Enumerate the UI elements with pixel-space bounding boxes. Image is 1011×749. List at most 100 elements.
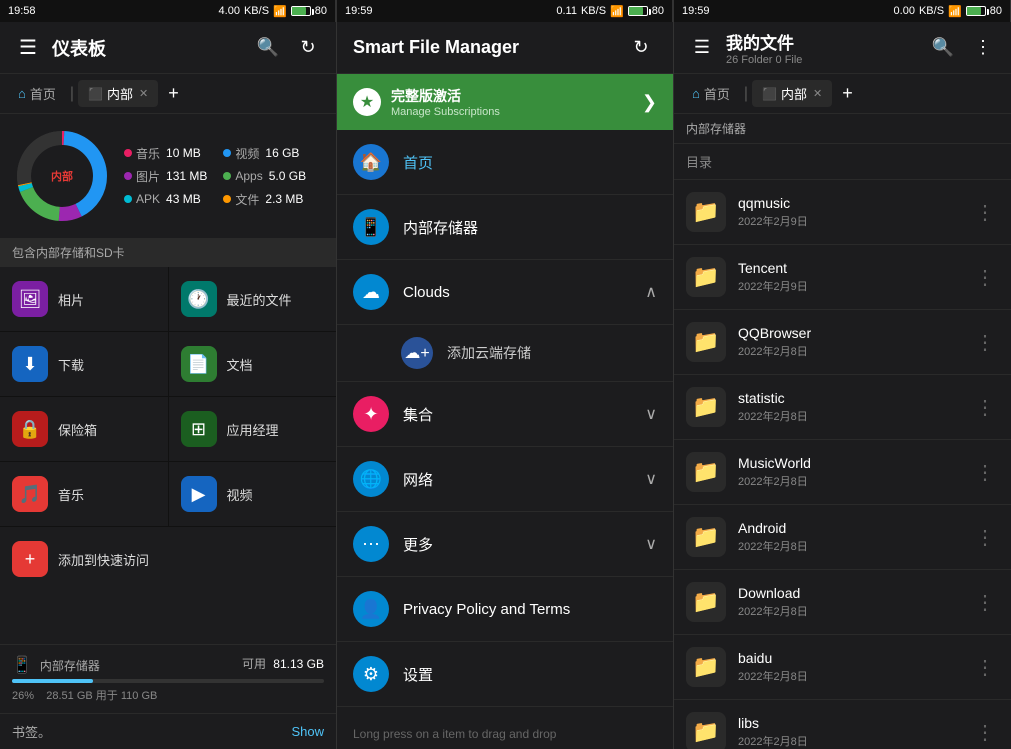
file-item-libs[interactable]: 📁 libs 2022年2月8日 ⋮ <box>674 700 1011 749</box>
file-item-qqmusic[interactable]: 📁 qqmusic 2022年2月9日 ⋮ <box>674 180 1011 245</box>
file-item-download[interactable]: 📁 Download 2022年2月8日 ⋮ <box>674 570 1011 635</box>
menu-list: 🏠 首页 📱 内部存储器 ☁ Clouds ∧ ☁+ 添加云端存储 ✦ <box>337 130 673 719</box>
bookmark-label: 书签。 <box>12 722 51 741</box>
file-date-tencent: 2022年2月9日 <box>738 278 959 294</box>
file-info-baidu: baidu 2022年2月8日 <box>738 650 959 684</box>
file-more-libs[interactable]: ⋮ <box>971 716 999 749</box>
storage-progress-bar <box>12 679 324 683</box>
folder-icon-baidu: 📁 <box>686 647 726 687</box>
promo-banner[interactable]: ★ 完整版激活 Manage Subscriptions ❯ <box>337 74 673 130</box>
file-item-android[interactable]: 📁 Android 2022年2月8日 ⋮ <box>674 505 1011 570</box>
menu-item-privacy[interactable]: 👤 Privacy Policy and Terms <box>337 577 673 642</box>
menu-item-settings[interactable]: ⚙ 设置 <box>337 642 673 707</box>
menu-item-internal[interactable]: 📱 内部存储器 <box>337 195 673 260</box>
tab-close-1[interactable]: ✕ <box>139 87 148 100</box>
signal-icon-1: 📶 <box>273 5 287 18</box>
file-more-tencent[interactable]: ⋮ <box>971 261 999 294</box>
file-item-musicworld[interactable]: 📁 MusicWorld 2022年2月8日 ⋮ <box>674 440 1011 505</box>
file-more-musicworld[interactable]: ⋮ <box>971 456 999 489</box>
menu-item-network[interactable]: 🌐 网络 ∨ <box>337 447 673 512</box>
bookmark-bar: 书签。 Show <box>0 713 336 749</box>
quick-recent[interactable]: 🕐 最近的文件 <box>169 267 337 331</box>
menu-button-3[interactable]: ☰ <box>686 32 718 64</box>
breadcrumb: 内部存储器 <box>674 114 1011 144</box>
menu-item-more[interactable]: ⋯ 更多 ∨ <box>337 512 673 577</box>
wifi-icon-1: KB/S <box>244 5 269 17</box>
quick-docs[interactable]: 📄 文档 <box>169 332 337 396</box>
tab-home-1[interactable]: ⌂ 首页 <box>8 80 66 107</box>
menu-item-home[interactable]: 🏠 首页 <box>337 130 673 195</box>
wifi-icon-3: 📶 <box>948 5 962 18</box>
tab-close-3[interactable]: ✕ <box>813 87 822 100</box>
tab-internal-1[interactable]: ⬛ 内部 ✕ <box>78 80 158 107</box>
promo-icon: ★ <box>353 88 381 116</box>
quick-music-label: 音乐 <box>58 485 84 504</box>
submenu-add-cloud-label: 添加云端存储 <box>447 343 531 363</box>
file-date-qqmusic: 2022年2月9日 <box>738 213 959 229</box>
app-title: Smart File Manager <box>353 37 625 58</box>
file-more-download[interactable]: ⋮ <box>971 586 999 619</box>
legend-video: 视频 16 GB <box>223 145 306 162</box>
submenu-add-cloud[interactable]: ☁+ 添加云端存储 <box>337 325 673 382</box>
more-button-3[interactable]: ⋮ <box>967 32 999 64</box>
bookmark-show-button[interactable]: Show <box>291 724 324 739</box>
file-more-qqbrowser[interactable]: ⋮ <box>971 326 999 359</box>
tab-internal-3[interactable]: ⬛ 内部 ✕ <box>752 80 832 107</box>
download-icon: ⬇ <box>12 346 48 382</box>
promo-text: 完整版激活 Manage Subscriptions <box>391 86 632 118</box>
search-button-1[interactable]: 🔍 <box>252 32 284 64</box>
video-icon: ▶ <box>181 476 217 512</box>
clouds-chevron-icon: ∧ <box>645 282 657 302</box>
tab-home-3[interactable]: ⌂ 首页 <box>682 80 740 107</box>
quick-photos[interactable]: 🖼 相片 <box>0 267 168 331</box>
file-item-baidu[interactable]: 📁 baidu 2022年2月8日 ⋮ <box>674 635 1011 700</box>
legend-value-video: 16 GB <box>265 146 299 160</box>
music-icon: 🎵 <box>12 476 48 512</box>
battery-icon-3 <box>966 6 986 16</box>
folder-icon-android: 📁 <box>686 517 726 557</box>
network-unit-3: KB/S <box>919 5 944 17</box>
donut-label: 内部 <box>51 168 73 184</box>
menu-button-1[interactable]: ☰ <box>12 32 44 64</box>
file-more-statistic[interactable]: ⋮ <box>971 391 999 424</box>
menu-item-support[interactable]: 💬 Support Development <box>337 707 673 719</box>
status-bar-1: 19:58 4.00 KB/S 📶 80 <box>0 0 336 22</box>
folder-icon-libs: 📁 <box>686 712 726 749</box>
menu-item-clouds[interactable]: ☁ Clouds ∧ <box>337 260 673 325</box>
refresh-button-1[interactable]: ↻ <box>292 32 324 64</box>
tab-add-1[interactable]: + <box>162 83 185 104</box>
file-info-qqbrowser: QQBrowser 2022年2月8日 <box>738 325 959 359</box>
quick-video[interactable]: ▶ 视频 <box>169 462 337 526</box>
quick-download[interactable]: ⬇ 下载 <box>0 332 168 396</box>
tab-add-3[interactable]: + <box>836 83 859 104</box>
file-more-baidu[interactable]: ⋮ <box>971 651 999 684</box>
toolbar-title-1: 仪表板 <box>52 35 244 61</box>
status-icons-3: 0.00 KB/S 📶 80 <box>894 5 1002 18</box>
legend-label-photos: 图片 <box>136 168 160 185</box>
menu-item-collection[interactable]: ✦ 集合 ∨ <box>337 382 673 447</box>
file-item-statistic[interactable]: 📁 statistic 2022年2月8日 ⋮ <box>674 375 1011 440</box>
storage-used: 28.51 GB 用于 110 GB <box>46 690 157 702</box>
search-button-3[interactable]: 🔍 <box>927 32 959 64</box>
quick-music[interactable]: 🎵 音乐 <box>0 462 168 526</box>
file-more-qqmusic[interactable]: ⋮ <box>971 196 999 229</box>
file-info-android: Android 2022年2月8日 <box>738 520 959 554</box>
refresh-button-2[interactable]: ↻ <box>625 32 657 64</box>
tab-separator-1: | <box>70 85 74 103</box>
more-chevron-icon: ∨ <box>645 534 657 554</box>
file-name-qqmusic: qqmusic <box>738 195 959 211</box>
file-item-qqbrowser[interactable]: 📁 QQBrowser 2022年2月8日 ⋮ <box>674 310 1011 375</box>
docs-icon: 📄 <box>181 346 217 382</box>
file-list: 📁 qqmusic 2022年2月9日 ⋮ 📁 Tencent 2022年2月9… <box>674 180 1011 749</box>
tab-sep-3: | <box>744 85 748 103</box>
file-more-android[interactable]: ⋮ <box>971 521 999 554</box>
quick-vault[interactable]: 🔒 保险箱 <box>0 397 168 461</box>
file-item-tencent[interactable]: 📁 Tencent 2022年2月9日 ⋮ <box>674 245 1011 310</box>
storage-avail-label: 可用 <box>242 657 266 671</box>
legend-dot-video <box>223 149 231 157</box>
status-icons-2: 0.11 KB/S 📶 80 <box>556 5 664 18</box>
quick-add[interactable]: + 添加到快速访问 <box>0 527 336 591</box>
tab-home-label-1: 首页 <box>30 84 56 103</box>
folder-icon-qqbrowser: 📁 <box>686 322 726 362</box>
quick-app-manager[interactable]: ⊞ 应用经理 <box>169 397 337 461</box>
